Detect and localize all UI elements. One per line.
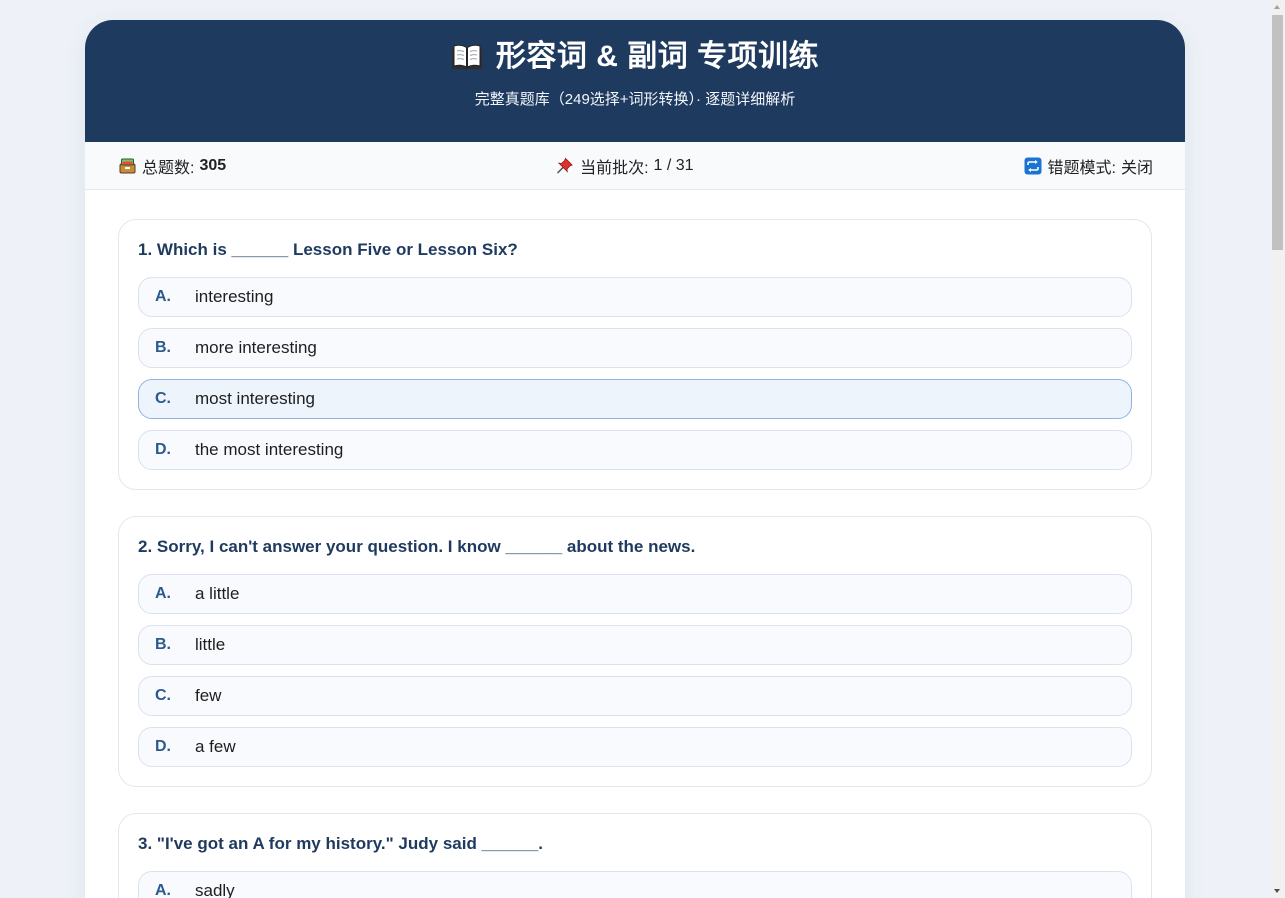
option-letter: B. — [155, 636, 171, 653]
page-viewport: 形容词 & 副词 专项训练 完整真题库（249选择+词形转换）· 逐题详细解析 … — [0, 0, 1270, 898]
scroll-up-arrow-icon — [1274, 5, 1280, 9]
option-letter: A. — [155, 585, 171, 602]
page-title: 形容词 & 副词 专项训练 — [495, 40, 820, 73]
repeat-icon — [1024, 157, 1042, 175]
stat-current-batch: 当前批次: 1 / 31 — [556, 154, 694, 178]
option-text: interesting — [195, 287, 274, 306]
question-list: 1. Which is ______ Lesson Five or Lesson… — [85, 190, 1185, 898]
option-letter: A. — [155, 882, 171, 898]
option-text: a few — [195, 737, 236, 756]
option-text: a little — [195, 584, 240, 603]
pushpin-icon — [556, 157, 574, 175]
page-subtitle: 完整真题库（249选择+词形转换）· 逐题详细解析 — [474, 91, 796, 108]
stats-bar: 总题数: 305 当前批次: 1 / 31 错题模式: 关闭 — [85, 142, 1185, 190]
stat-wrong-mode-label: 错题模式: — [1047, 159, 1116, 177]
option-text: few — [195, 686, 222, 705]
option-c-button[interactable]: C. most interesting — [138, 379, 1132, 419]
question-text: 3. "I've got an A for my history." Judy … — [138, 834, 544, 853]
option-b-button[interactable]: B. little — [138, 625, 1132, 665]
question-card: 3. "I've got an A for my history." Judy … — [118, 813, 1152, 898]
stat-total-value: 305 — [199, 156, 227, 174]
stat-batch-value: 1 / 31 — [653, 156, 694, 174]
scroll-down-arrow-icon — [1274, 889, 1280, 893]
scroll-up-button[interactable] — [1270, 0, 1285, 15]
option-letter: D. — [155, 441, 171, 458]
option-d-button[interactable]: D. the most interesting — [138, 430, 1132, 470]
option-a-button[interactable]: A. a little — [138, 574, 1132, 614]
option-text: little — [195, 635, 226, 654]
question-card: 1. Which is ______ Lesson Five or Lesson… — [118, 219, 1152, 490]
question-text: 2. Sorry, I can't answer your question. … — [138, 537, 696, 556]
stat-total-label: 总题数: — [142, 159, 195, 177]
stat-wrong-mode-value: 关闭 — [1120, 159, 1153, 177]
stat-total-questions: 总题数: 305 — [118, 154, 226, 178]
quiz-container: 形容词 & 副词 专项训练 完整真题库（249选择+词形转换）· 逐题详细解析 … — [85, 20, 1185, 898]
option-text: most interesting — [195, 389, 315, 408]
option-text: sadly — [195, 881, 235, 898]
option-b-button[interactable]: B. more interesting — [138, 328, 1132, 368]
scroll-down-button[interactable] — [1270, 883, 1285, 898]
book-icon — [451, 42, 483, 72]
option-text: more interesting — [195, 338, 317, 357]
page-header: 形容词 & 副词 专项训练 完整真题库（249选择+词形转换）· 逐题详细解析 — [85, 20, 1185, 142]
question-card: 2. Sorry, I can't answer your question. … — [118, 516, 1152, 787]
option-letter: B. — [155, 339, 171, 356]
option-letter: D. — [155, 738, 171, 755]
stat-wrong-mode: 错题模式: 关闭 — [1024, 154, 1153, 178]
card-file-box-icon — [118, 157, 136, 175]
stat-batch-label: 当前批次: — [580, 159, 649, 177]
option-a-button[interactable]: A. sadly — [138, 871, 1132, 898]
option-c-button[interactable]: C. few — [138, 676, 1132, 716]
page-scrollbar[interactable] — [1270, 0, 1285, 898]
option-letter: C. — [155, 687, 171, 704]
option-text: the most interesting — [195, 440, 344, 459]
title-row: 形容词 & 副词 专项训练 — [85, 42, 1185, 72]
scrollbar-thumb[interactable] — [1272, 15, 1283, 250]
option-letter: A. — [155, 288, 171, 305]
option-d-button[interactable]: D. a few — [138, 727, 1132, 767]
question-text: 1. Which is ______ Lesson Five or Lesson… — [138, 240, 518, 259]
option-letter: C. — [155, 390, 171, 407]
option-a-button[interactable]: A. interesting — [138, 277, 1132, 317]
